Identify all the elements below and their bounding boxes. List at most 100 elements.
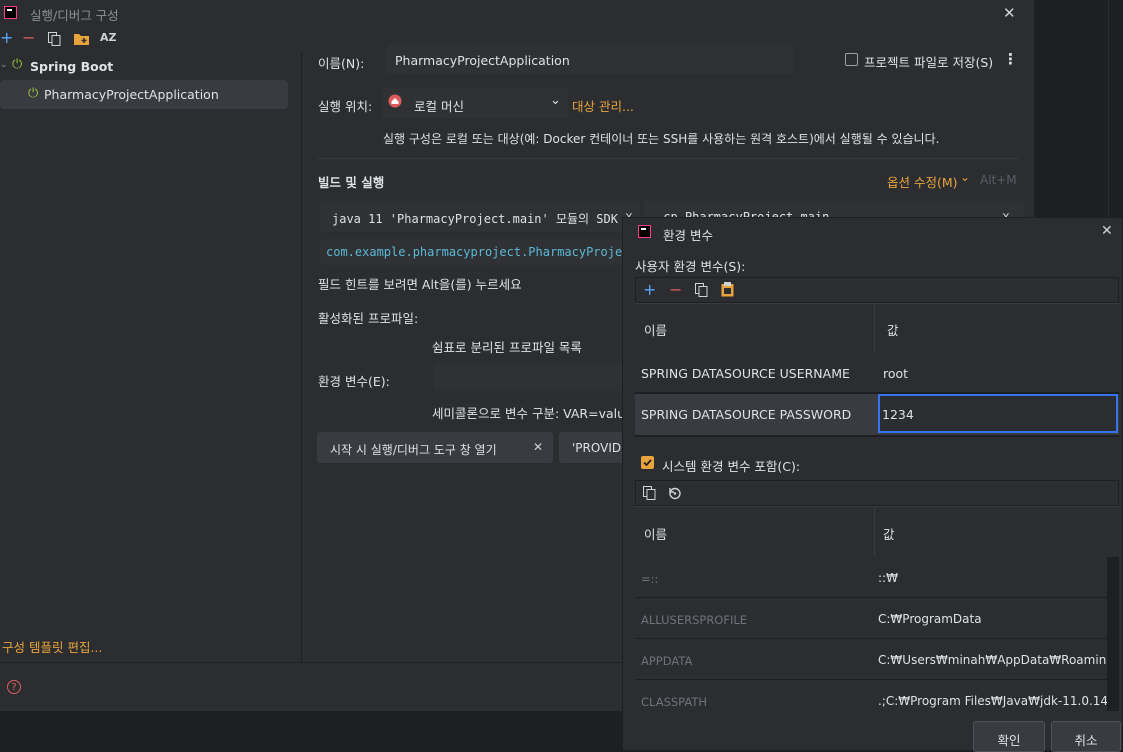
revert-icon[interactable] [668, 486, 682, 503]
modify-options-shortcut: Alt+M [980, 173, 1017, 187]
spring-boot-icon: ⏻ [12, 57, 23, 72]
copy-config-icon[interactable] [48, 32, 61, 46]
col-name-header: 이름 [644, 527, 668, 542]
save-to-project-label[interactable]: 프로젝트 파일로 저장(S) [864, 52, 993, 71]
var-value: root [883, 366, 909, 381]
jdk-select[interactable]: java 11 'PharmacyProject.main' 모듈의 SDK ⌄ [320, 201, 640, 232]
profiles-hint: 쉼표로 분리된 프로파일 목록 [432, 340, 582, 355]
var-value: 1234 [882, 407, 914, 422]
intellij-logo-icon [4, 6, 17, 19]
env-vars-input[interactable] [434, 363, 634, 391]
close-icon[interactable]: ✕ [1101, 223, 1113, 239]
run-on-select[interactable]: 로컬 머신 ⌄ [382, 88, 568, 118]
table-row[interactable]: APPDATA C:₩Users₩minah₩AppData₩Roaming [635, 639, 1114, 679]
intellij-logo-icon [638, 225, 651, 238]
col-divider [874, 304, 875, 352]
col-value-header: 값 [887, 323, 899, 338]
build-run-title: 빌드 및 실행 [318, 175, 385, 190]
save-to-project-checkbox[interactable] [845, 53, 858, 66]
ok-button[interactable]: 확인 [973, 721, 1045, 752]
var-name: SPRING DATASOURCE USERNAME [641, 366, 850, 381]
close-icon[interactable]: ✕ [1003, 4, 1016, 22]
folder-add-icon[interactable] [74, 33, 89, 45]
table-header: 이름 값 [635, 506, 1119, 558]
chip-label: 시작 시 실행/디버그 도구 창 열기 [330, 443, 497, 457]
var-name: SPRING DATASOURCE PASSWORD [641, 407, 852, 422]
env-dialog-title: 환경 변수 [663, 228, 713, 243]
table-row[interactable]: SPRING DATASOURCE USERNAME root [635, 352, 1119, 392]
col-name-header: 이름 [644, 323, 668, 338]
table-row[interactable]: ALLUSERSPROFILE C:₩ProgramData [635, 598, 1107, 638]
divider [318, 158, 1018, 159]
add-config-button[interactable]: + [0, 30, 13, 46]
main-class-input[interactable]: com.example.pharmacyproject.PharmacyProj… [320, 239, 630, 265]
scrollbar[interactable] [1107, 557, 1119, 711]
var-name: CLASSPATH [641, 695, 708, 709]
user-env-table: 이름 값 SPRING DATASOURCE USERNAME root SPR… [635, 303, 1119, 437]
table-row[interactable]: =:: ::₩ [635, 557, 1107, 597]
sort-icon[interactable]: AZ [100, 31, 117, 44]
field-hint: 필드 힌트를 보려면 Alt을(를) 누르세요 [318, 277, 522, 292]
background-editor [1034, 0, 1123, 217]
edit-templates-link[interactable]: 구성 템플릿 편집... [2, 637, 102, 656]
var-value: C:₩Users₩minah₩AppData₩Roaming [878, 653, 1114, 667]
chevron-down-icon: ⌄ [960, 170, 971, 184]
jdk-value: java 11 'PharmacyProject.main' 모듈의 SDK [332, 212, 618, 226]
name-input-value: PharmacyProjectApplication [395, 53, 570, 68]
chevron-down-icon: ⌄ [550, 93, 561, 108]
copy-icon[interactable] [643, 486, 656, 503]
remove-var-icon[interactable]: − [669, 280, 682, 299]
editor-gutter-line [1108, 0, 1109, 217]
tree-group-spring-boot[interactable]: Spring Boot [30, 59, 113, 74]
col-divider [874, 507, 875, 557]
name-label: 이름(N): [318, 56, 365, 71]
title-bar: 실행/디버그 구성 ✕ [0, 0, 1034, 26]
more-options-icon[interactable]: ⋮ [1003, 50, 1018, 68]
run-on-value: 로컬 머신 [414, 99, 464, 114]
dialog-title: 실행/디버그 구성 [30, 8, 119, 23]
active-profiles-label: 활성화된 프로파일: [318, 311, 419, 326]
copy-icon[interactable] [695, 283, 708, 300]
help-icon[interactable]: ? [7, 680, 21, 694]
table-row[interactable]: CLASSPATH .;C:₩Program Files₩Java₩jdk-11… [635, 680, 1119, 711]
cancel-button-label: 취소 [1074, 733, 1098, 748]
var-value: C:₩ProgramData [878, 612, 982, 626]
paste-icon[interactable] [721, 282, 734, 300]
var-value: .;C:₩Program Files₩Java₩jdk-11.0.14₩lib [878, 694, 1119, 708]
run-on-hint: 실행 구성은 로컬 또는 대상(예: Docker 컨테이너 또는 SSH를 사… [383, 132, 940, 146]
cancel-button[interactable]: 취소 [1051, 721, 1121, 752]
var-name: =:: [641, 572, 659, 586]
include-system-label[interactable]: 시스템 환경 변수 포함(C): [662, 456, 800, 475]
spring-boot-app-icon: ⏻ [28, 86, 39, 101]
table-header: 이름 값 [635, 303, 1119, 353]
include-system-checkbox[interactable] [641, 456, 654, 469]
remove-config-button[interactable]: − [22, 30, 35, 46]
chevron-down-icon[interactable]: ⌄ [0, 60, 8, 70]
remove-chip-icon[interactable]: ✕ [533, 440, 543, 454]
manage-targets-link[interactable]: 대상 관리... [572, 96, 634, 115]
modify-options-link[interactable]: 옵션 수정(M) [887, 172, 958, 191]
var-name: APPDATA [641, 654, 693, 668]
col-value-header: 값 [883, 527, 895, 542]
add-var-icon[interactable]: + [643, 280, 656, 299]
user-env-toolbar: + − [635, 277, 1119, 303]
name-input[interactable]: PharmacyProjectApplication [386, 45, 794, 74]
run-on-label: 실행 위치: [318, 99, 373, 114]
var-value: ::₩ [878, 571, 898, 585]
home-icon [388, 94, 402, 108]
table-row-selected[interactable]: SPRING DATASOURCE PASSWORD 1234 [635, 394, 1119, 435]
env-vars-hint: 세미콜론으로 변수 구분: VAR=value [432, 406, 633, 421]
var-name: ALLUSERSPROFILE [641, 613, 748, 627]
var-value-editor[interactable]: 1234 [878, 394, 1118, 433]
env-vars-dialog: 환경 변수 ✕ 사용자 환경 변수(S): + − 이름 값 SPRING DA… [622, 217, 1123, 752]
system-env-table: 이름 값 =:: ::₩ ALLUSERSPROFILE C:₩ProgramD… [635, 506, 1119, 711]
system-env-toolbar [635, 480, 1119, 506]
tree-item-label: PharmacyProjectApplication [44, 87, 219, 102]
env-vars-label: 환경 변수(E): [318, 374, 390, 389]
config-tree: ⌄ ⏻ Spring Boot ⏻ PharmacyProjectApplica… [0, 52, 302, 662]
ok-button-label: 확인 [997, 733, 1021, 748]
main-class-value: com.example.pharmacyproject.PharmacyProj… [326, 245, 630, 259]
option-chip-open-tool-window[interactable]: 시작 시 실행/디버그 도구 창 열기 ✕ [317, 432, 553, 463]
user-env-section-label: 사용자 환경 변수(S): [635, 259, 746, 274]
tree-item-selected[interactable]: ⏻ PharmacyProjectApplication [0, 80, 288, 109]
